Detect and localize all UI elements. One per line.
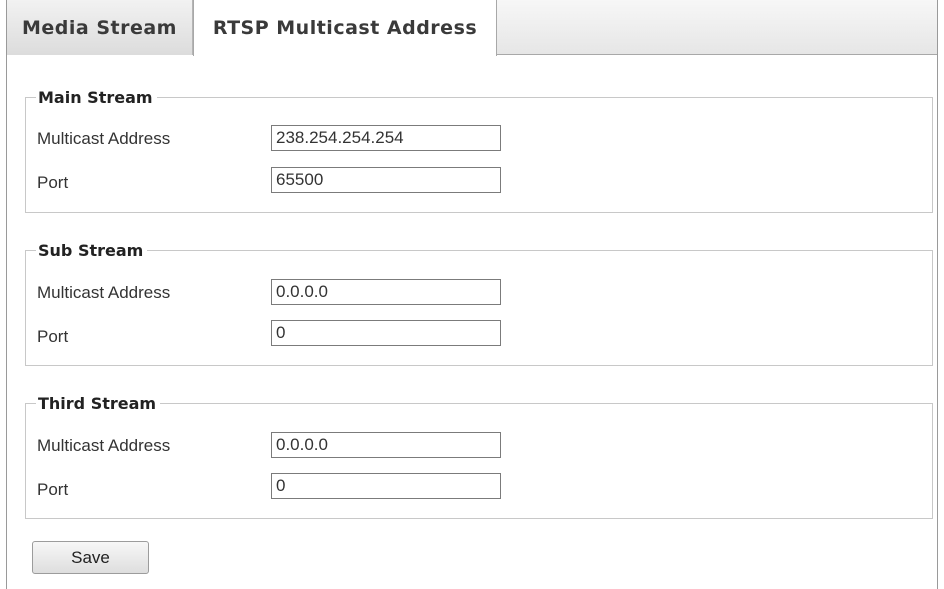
third-stream-group: Third Stream Multicast Address Port [25,394,933,519]
third-stream-port-label: Port [37,480,69,499]
tab-bar: Media Stream RTSP Multicast Address [7,0,937,56]
third-stream-address-label: Multicast Address [37,436,171,455]
tab-media-stream[interactable]: Media Stream [7,0,193,55]
main-stream-address-label: Multicast Address [37,129,171,148]
sub-stream-title: Sub Stream [36,241,148,261]
main-stream-address-input[interactable] [271,125,501,151]
sub-stream-address-input[interactable] [271,279,501,305]
tab-rtsp-multicast-address[interactable]: RTSP Multicast Address [193,0,497,56]
tab-rtsp-multicast-address-label: RTSP Multicast Address [212,17,478,39]
tab-media-stream-label: Media Stream [22,16,177,39]
sub-stream-address-label: Multicast Address [37,283,171,302]
main-stream-port-input[interactable] [271,167,501,193]
main-stream-port-label: Port [37,173,69,192]
main-stream-title: Main Stream [36,88,157,108]
settings-panel: Media Stream RTSP Multicast Address Main… [6,0,938,589]
third-stream-port-input[interactable] [271,473,501,499]
third-stream-title: Third Stream [36,394,161,414]
main-stream-group: Main Stream Multicast Address Port [25,88,933,213]
third-stream-address-input[interactable] [271,432,501,458]
save-button[interactable]: Save [32,541,149,574]
sub-stream-port-label: Port [37,327,69,346]
sub-stream-group: Sub Stream Multicast Address Port [25,241,933,366]
sub-stream-port-input[interactable] [271,320,501,346]
